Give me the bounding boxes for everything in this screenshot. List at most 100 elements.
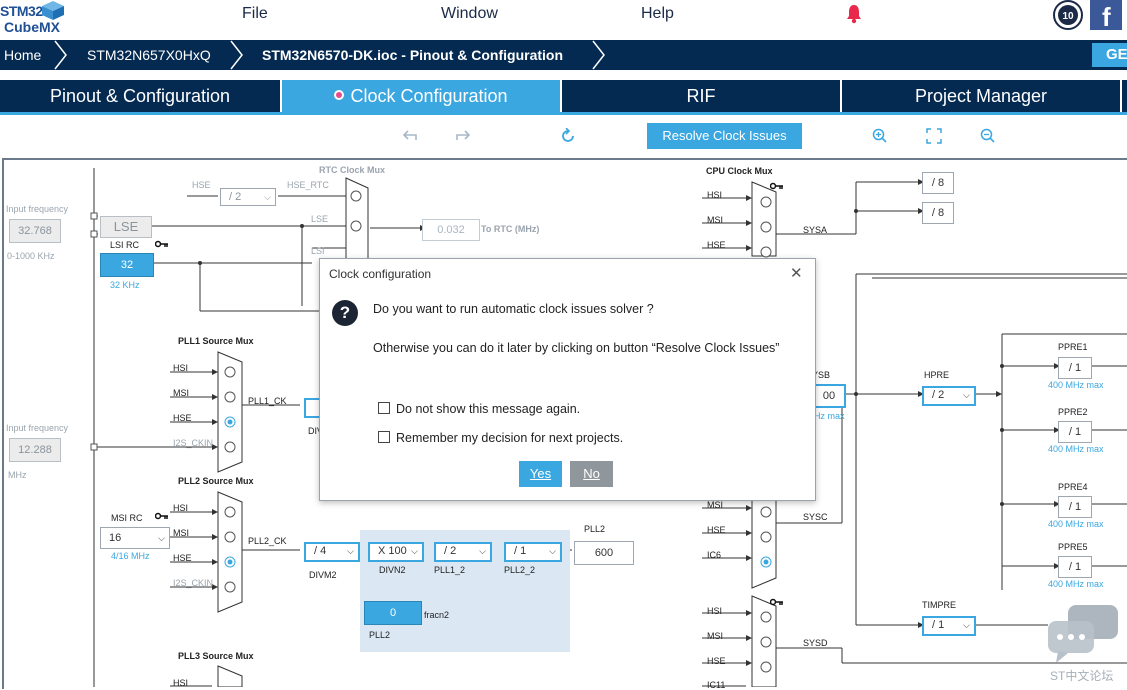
- to-rtc-label: To RTC (MHz): [481, 224, 540, 234]
- pll1-2-label: PLL1_2: [434, 565, 466, 575]
- pll2-source-mux-title: PLL2 Source Mux: [178, 476, 254, 486]
- generate-code-button[interactable]: GE: [1092, 43, 1127, 67]
- lse-input-frequency-field[interactable]: 32.768: [9, 219, 61, 243]
- msi-range-label: 4/16 MHz: [111, 551, 150, 561]
- bell-icon[interactable]: [845, 4, 863, 24]
- sysb-frequency-field-partial: 00: [814, 384, 846, 408]
- menu-file[interactable]: File: [242, 5, 268, 23]
- breadcrumb-separator-icon: [592, 40, 605, 70]
- checkbox-icon: [378, 402, 390, 414]
- tab-clock-configuration[interactable]: Clock Configuration: [282, 80, 562, 112]
- divm2-value: / 4: [314, 545, 327, 557]
- dialog-question-text: Do you want to run automatic clock issue…: [373, 302, 654, 316]
- undo-icon[interactable]: [402, 128, 418, 142]
- tab-pinout-configuration[interactable]: Pinout & Configuration: [0, 80, 282, 112]
- svg-text:f: f: [1102, 2, 1111, 30]
- breadcrumb-home[interactable]: Home: [4, 40, 41, 70]
- lsi-frequency-label: 32 KHz: [110, 280, 140, 290]
- lse-input-frequency-label: Input frequency: [6, 204, 69, 214]
- pll2-2-value: / 1: [514, 545, 527, 557]
- timpre-dropdown[interactable]: / 1 ⌵: [922, 616, 976, 636]
- fit-screen-icon[interactable]: [926, 128, 942, 144]
- refresh-icon[interactable]: [560, 128, 576, 144]
- ppre5-label: PPRE5: [1058, 542, 1088, 552]
- redo-icon[interactable]: [455, 128, 471, 142]
- breadcrumb-separator-icon: [54, 40, 67, 70]
- tab-rif[interactable]: RIF: [562, 80, 842, 112]
- pll2-i2s-ckin-label: I2S_CKIN: [173, 578, 214, 588]
- pll1-hse-label: HSE: [173, 413, 192, 423]
- watermark-text: ST中文论坛: [1050, 669, 1114, 683]
- divm1-dropdown-partial[interactable]: [304, 398, 320, 418]
- divn2-dropdown[interactable]: X 100 ⌵: [368, 542, 424, 562]
- cpu-mux-hsi-label: HSI: [707, 190, 723, 200]
- clock-configuration-dialog: Clock configuration ✕ ? Do you want to r…: [319, 258, 816, 501]
- pll2-2-dropdown[interactable]: / 1 ⌵: [504, 542, 562, 562]
- msi-rc-value: 16: [109, 532, 122, 544]
- lse-oscillator[interactable]: LSE: [100, 216, 152, 238]
- pll1-hsi-label: HSI: [173, 363, 189, 373]
- breadcrumb-device[interactable]: STM32N657X0HxQ: [87, 40, 211, 70]
- rtc-hse-divider-dropdown[interactable]: / 2 ⌵: [220, 188, 276, 206]
- pll3-source-mux-title: PLL3 Source Mux: [178, 651, 254, 661]
- tab-project-manager[interactable]: Project Manager: [842, 80, 1122, 112]
- hpre-dropdown[interactable]: / 2 ⌵: [922, 386, 976, 406]
- msi-rc-dropdown[interactable]: 16 ⌵: [100, 527, 170, 549]
- anniversary-badge-icon[interactable]: 10: [1051, 0, 1085, 32]
- chevron-down-icon: ⌵: [479, 546, 486, 556]
- sysc-ic6-label: IC6: [707, 550, 722, 560]
- yes-button[interactable]: Yes: [519, 461, 562, 487]
- pll1-source-mux-title: PLL1 Source Mux: [178, 336, 254, 346]
- pll1-2-dropdown[interactable]: / 2 ⌵: [434, 542, 492, 562]
- lsi-rc-label: LSI RC: [110, 240, 140, 250]
- rtc-hse-divider-value: / 2: [229, 191, 242, 203]
- sysb-max-label-partial: Hz max: [814, 411, 845, 421]
- timpre-value: / 1: [932, 619, 945, 631]
- pll2-block-label: PLL2: [369, 630, 391, 640]
- zoom-out-icon[interactable]: [980, 128, 996, 144]
- menu-window[interactable]: Window: [441, 5, 498, 23]
- rtc-lse-label: LSE: [311, 214, 329, 224]
- sysc-label: SYSC: [803, 512, 828, 522]
- ppre5-max-label: 400 MHz max: [1048, 579, 1104, 589]
- pll1-2-value: / 2: [444, 545, 457, 557]
- rtc-lsi-label: LSI: [311, 246, 325, 256]
- breadcrumb-project[interactable]: STM32N6570-DK.ioc - Pinout & Configurati…: [262, 40, 563, 70]
- ppre1-value[interactable]: / 1: [1058, 357, 1092, 379]
- divm2-dropdown[interactable]: / 4 ⌵: [304, 542, 360, 562]
- facebook-icon[interactable]: f: [1090, 0, 1122, 32]
- hpre-label: HPRE: [924, 370, 950, 380]
- close-icon[interactable]: ✕: [790, 264, 803, 282]
- menu-help[interactable]: Help: [641, 5, 674, 23]
- lsi-rc-value[interactable]: 32: [100, 253, 154, 277]
- sysa-divider-1[interactable]: / 8: [922, 172, 954, 194]
- key-icon: [155, 512, 168, 520]
- ppre1-label: PPRE1: [1058, 342, 1088, 352]
- fracn2-value[interactable]: 0: [364, 601, 422, 625]
- zoom-in-icon[interactable]: [872, 128, 888, 144]
- remember-decision-checkbox[interactable]: Remember my decision for next projects.: [378, 431, 623, 445]
- ppre2-max-label: 400 MHz max: [1048, 444, 1104, 454]
- pll1-ck-label: PLL1_CK: [248, 396, 287, 406]
- sysc-msi-label: MSI: [707, 500, 724, 510]
- resolve-clock-issues-button[interactable]: Resolve Clock Issues: [647, 123, 802, 149]
- ppre5-value[interactable]: / 1: [1058, 556, 1092, 578]
- sysd-ic11-label-partial: IC11: [707, 680, 726, 690]
- sysd-label: SYSD: [803, 638, 828, 648]
- ppre2-value[interactable]: / 1: [1058, 421, 1092, 443]
- key-icon: [155, 240, 168, 248]
- cpu-clock-mux-title: CPU Clock Mux: [706, 166, 773, 176]
- stm32cubemx-logo[interactable]: STM32 CubeMX: [0, 0, 70, 38]
- chevron-down-icon: ⌵: [411, 546, 418, 556]
- dont-show-again-checkbox[interactable]: Do not show this message again.: [378, 402, 580, 416]
- msi-rc-label: MSI RC: [111, 513, 143, 523]
- dialog-title: Clock configuration: [329, 267, 432, 281]
- hse-rtc-label: HSE_RTC: [287, 180, 329, 190]
- ppre4-value[interactable]: / 1: [1058, 496, 1092, 518]
- hse-input-frequency-field[interactable]: 12.288: [9, 438, 61, 462]
- no-button[interactable]: No: [570, 461, 613, 487]
- logo-text-line1: STM32: [0, 3, 43, 19]
- chevron-down-icon: ⌵: [158, 533, 165, 543]
- ppre4-max-label: 400 MHz max: [1048, 519, 1104, 529]
- sysa-divider-2[interactable]: / 8: [922, 202, 954, 224]
